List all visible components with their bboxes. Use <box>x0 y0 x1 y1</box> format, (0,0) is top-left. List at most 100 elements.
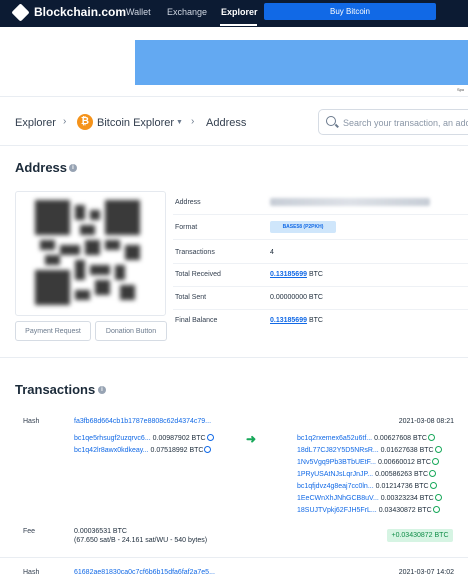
divider <box>0 96 468 97</box>
breadcrumb-root[interactable]: Explorer <box>15 117 56 129</box>
input-address-link[interactable]: bc1q42lr8awx0kdkeay... <box>74 447 149 454</box>
globe-icon[interactable] <box>434 446 442 453</box>
total-received-link[interactable]: 0.13185699 <box>270 271 307 278</box>
divider <box>173 286 468 287</box>
final-balance-value: 0.13185699 BTC <box>270 317 323 324</box>
output-address-link[interactable]: 18SUJTVpkj62FJH5FrL... <box>297 507 377 514</box>
donation-button[interactable]: Donation Button <box>95 321 167 341</box>
divider <box>173 214 468 215</box>
divider <box>0 557 468 558</box>
ad-banner[interactable] <box>135 40 468 85</box>
top-nav: Blockchain.com Wallet Exchange Explorer … <box>0 0 468 27</box>
output-amount: 0.00627608 BTC <box>374 435 427 442</box>
output-amount: 0.00586263 BTC <box>375 471 429 478</box>
output-amount: 0.03430872 BTC <box>378 507 432 514</box>
globe-icon[interactable] <box>206 434 214 441</box>
btc-unit: BTC <box>308 271 323 278</box>
total-sent-value: 0.00000000 BTC <box>270 294 323 301</box>
output-address-link[interactable]: 1EeCWnXhJNhGCB8uV... <box>297 495 379 502</box>
transactions-value: 4 <box>270 249 274 256</box>
fee-label: Fee <box>23 528 36 535</box>
address-label: Address <box>175 199 201 206</box>
globe-icon[interactable] <box>434 494 442 501</box>
transactions-label: Transactions <box>175 249 215 256</box>
tx-hash-link[interactable]: 61682ae81830ca0c7cf6b6b15dfa6faf2a7e5... <box>74 569 215 576</box>
hash-label: Hash <box>23 418 40 425</box>
output-address-link[interactable]: bc1qfjdvz4g8eaj7cc0ln... <box>297 483 374 490</box>
format-badge: BASE58 (P2PKH) <box>270 221 336 233</box>
fee-detail: (67.650 sat/B - 24.161 sat/WU - 540 byte… <box>74 537 208 544</box>
fee-value: 0.00036531 BTC <box>74 528 127 535</box>
brand-logo[interactable]: Blockchain.com <box>11 2 127 22</box>
divider <box>173 239 468 240</box>
final-balance-link[interactable]: 0.13185699 <box>270 317 307 324</box>
divider <box>0 145 468 146</box>
total-received-value: 0.13185699 BTC <box>270 271 323 278</box>
globe-icon[interactable] <box>429 470 437 477</box>
transactions-heading: Transactions <box>15 382 96 397</box>
tx-output: 18SUJTVpkj62FJH5FrL... 0.03430872 BTC <box>297 506 440 514</box>
tx-output: 1EeCWnXhJNhGCB8uV... 0.00323234 BTC <box>297 494 442 502</box>
globe-icon[interactable] <box>429 482 437 489</box>
qr-code <box>35 200 140 305</box>
tx-output: bc1q2rxemex6a52u6tf... 0.00627608 BTC <box>297 434 435 442</box>
arrow-right-icon: ➜ <box>246 432 257 446</box>
search-input[interactable]: Search your transaction, an addre <box>318 109 468 135</box>
nav-exchange[interactable]: Exchange <box>167 7 207 17</box>
tx-output: 1Nv5Vgq9Pb3BTbUEtF... 0.00660012 BTC <box>297 458 439 466</box>
logo-icon <box>11 2 30 22</box>
tx-output: 1PRyUSAtNJsLqrJnJP... 0.00586263 BTC <box>297 470 437 478</box>
tx-date: 2021-03-07 14:02 <box>398 569 454 576</box>
tx-output: bc1qfjdvz4g8eaj7cc0ln... 0.01214736 BTC <box>297 482 437 490</box>
payment-request-button[interactable]: Payment Request <box>15 321 91 341</box>
search-placeholder: Search your transaction, an addre <box>343 118 468 128</box>
globe-icon[interactable] <box>204 446 212 453</box>
search-icon <box>326 116 336 126</box>
tx-output: 18dL77CJ82Y5D5NRsR... 0.01627638 BTC <box>297 446 442 454</box>
output-amount: 0.00660012 BTC <box>377 459 431 466</box>
net-amount-badge: +0.03430872 BTC <box>387 529 453 542</box>
info-icon[interactable]: i <box>98 386 106 394</box>
output-amount: 0.00323234 BTC <box>380 495 434 502</box>
final-balance-label: Final Balance <box>175 317 218 324</box>
divider <box>0 357 468 358</box>
brand-name: Blockchain.com <box>34 5 127 19</box>
sponsored-tag: Spo <box>457 87 465 92</box>
btc-unit: BTC <box>308 317 323 324</box>
output-address-link[interactable]: 1PRyUSAtNJsLqrJnJP... <box>297 471 373 478</box>
globe-icon[interactable] <box>431 458 439 465</box>
output-address-link[interactable]: bc1q2rxemex6a52u6tf... <box>297 435 372 442</box>
tx-input: bc1q42lr8awx0kdkeay... 0.07518992 BTC <box>74 446 212 454</box>
output-amount: 0.01627638 BTC <box>380 447 434 454</box>
input-address-link[interactable]: bc1qe5rhsugf2uzqrvc6... <box>74 435 151 442</box>
breadcrumb-explorer[interactable]: Bitcoin Explorer <box>97 117 174 129</box>
format-label: Format <box>175 224 198 231</box>
buy-bitcoin-button[interactable]: Buy Bitcoin <box>264 3 436 20</box>
output-address-link[interactable]: 1Nv5Vgq9Pb3BTbUEtF... <box>297 459 376 466</box>
active-tab-indicator <box>220 24 257 26</box>
globe-icon[interactable] <box>432 506 440 513</box>
divider <box>173 263 468 264</box>
tx-input: bc1qe5rhsugf2uzqrvc6... 0.00987902 BTC <box>74 434 214 442</box>
hash-label: Hash <box>23 569 40 576</box>
bitcoin-icon: ₿ <box>77 114 93 130</box>
nav-explorer[interactable]: Explorer <box>221 7 258 17</box>
total-sent-label: Total Sent <box>175 294 207 301</box>
globe-icon[interactable] <box>428 434 435 441</box>
input-amount: 0.00987902 BTC <box>152 435 206 442</box>
chevron-right-icon: › <box>191 116 195 127</box>
output-address-link[interactable]: 18dL77CJ82Y5D5NRsR... <box>297 447 379 454</box>
info-icon[interactable]: i <box>69 164 77 172</box>
output-amount: 0.01214736 BTC <box>375 483 429 490</box>
address-value-redacted <box>270 198 430 206</box>
nav-wallet[interactable]: Wallet <box>126 7 151 17</box>
tx-date: 2021-03-08 08:21 <box>398 418 454 425</box>
chevron-right-icon: › <box>63 116 67 127</box>
chevron-down-icon[interactable]: ▼ <box>176 119 183 126</box>
breadcrumb-current: Address <box>206 117 247 129</box>
input-amount: 0.07518992 BTC <box>150 447 204 454</box>
tx-hash-link[interactable]: fa3fb68d664cb1b1787e8808c62d4374c79... <box>74 418 211 425</box>
total-received-label: Total Received <box>175 271 221 278</box>
divider <box>173 309 468 310</box>
address-heading: Address <box>15 160 68 175</box>
